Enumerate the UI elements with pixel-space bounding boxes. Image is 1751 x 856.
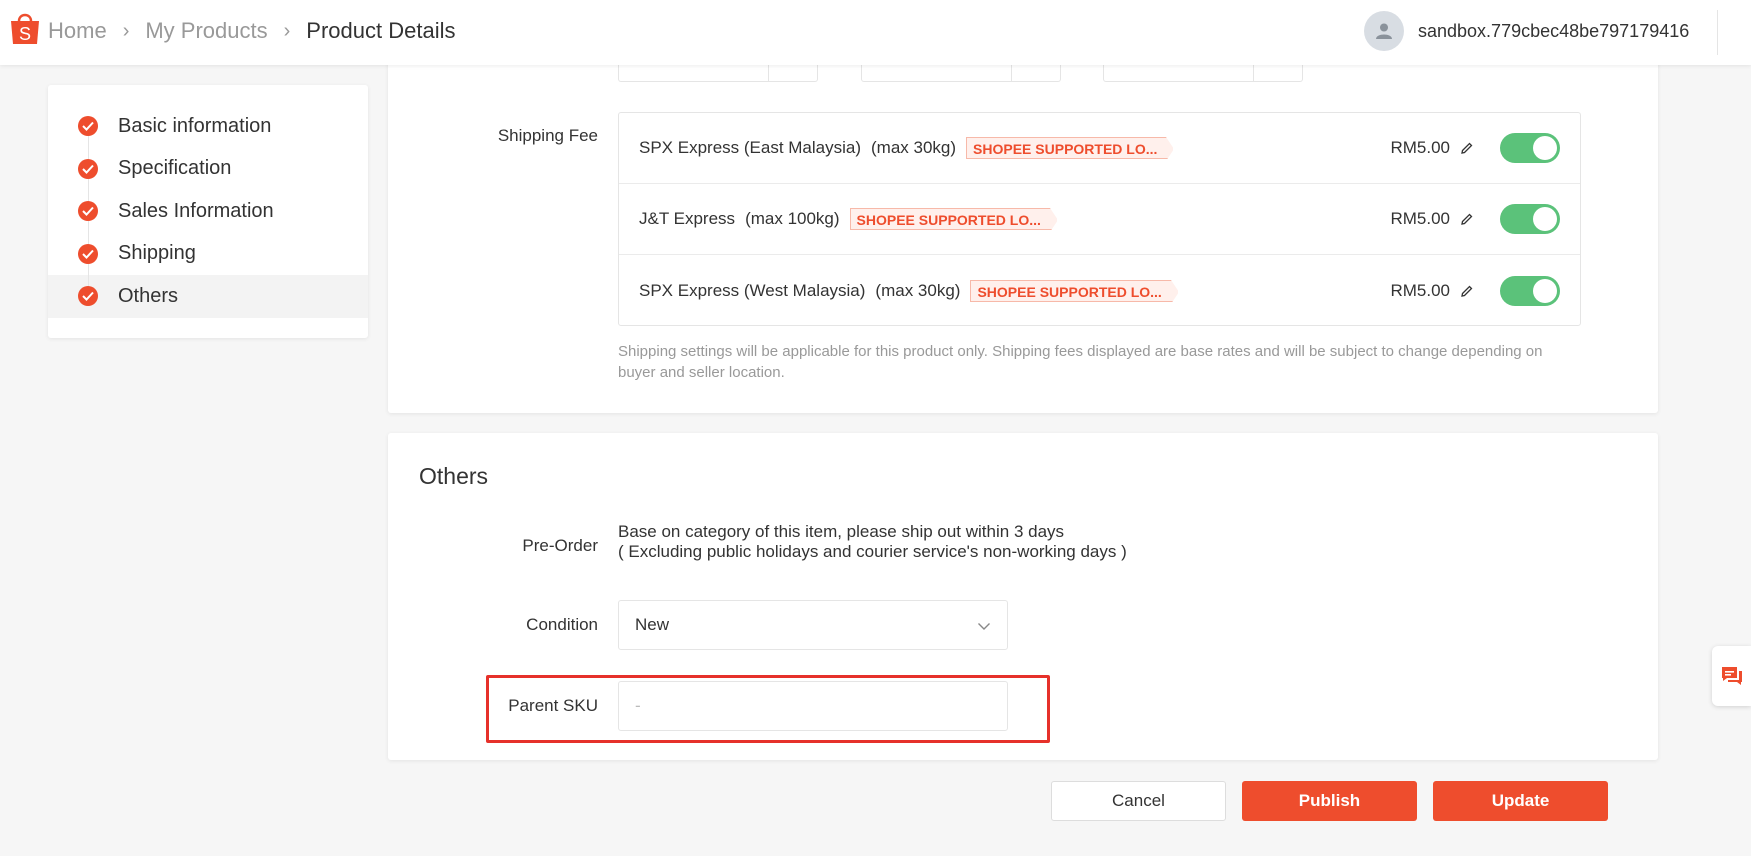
channel-max-weight: (max 30kg) [871,138,957,157]
shipping-channel-list: SPX Express (East Malaysia) (max 30kg) S… [618,112,1581,326]
supported-logistics-badge: SHOPEE SUPPORTED LO... [966,137,1175,161]
parent-sku-input[interactable] [618,681,1008,731]
svg-text:S: S [19,24,31,44]
supported-logistics-badge: SHOPEE SUPPORTED LO... [970,279,1180,304]
others-section-title: Others [419,463,489,489]
sidebar-item-label: Shipping [118,242,196,265]
user-menu[interactable]: sandbox.779cbec48be797179416 [1364,11,1689,51]
pencil-icon[interactable] [1460,212,1474,226]
pre-order-line: ( Excluding public holidays and courier … [618,542,1127,561]
channel-toggle[interactable] [1500,275,1560,306]
top-header: S Home › My Products › Product Details s… [0,0,1751,65]
breadcrumb-product-details: Product Details [306,18,456,43]
breadcrumb: Home › My Products › Product Details [48,18,455,44]
shipping-channel-row: SPX Express (West Malaysia) (max 30kg) S… [619,255,1580,326]
chat-icon [1721,667,1742,685]
avatar[interactable] [1364,11,1404,51]
sidebar-item-label: Others [118,284,179,307]
shipping-note: Shipping settings will be applicable for… [618,343,1543,381]
channel-name: J&T Express [639,209,736,228]
parent-sku-label: Parent SKU [508,696,598,715]
condition-select[interactable]: New [618,600,1008,650]
sidebar-item-label: Basic information [118,114,272,137]
pre-order-label: Pre-Order [522,536,598,555]
chat-widget[interactable] [1712,646,1751,706]
channel-toggle[interactable] [1500,133,1560,163]
sidebar-item-sales-information[interactable]: Sales Information [48,190,368,233]
channel-max-weight: (max 100kg) [745,209,840,228]
shipping-fee-label: Shipping Fee [497,126,598,145]
chevron-down-icon [978,623,990,630]
sidebar-item-others[interactable]: Others [48,275,368,318]
sidebar-item-label: Specification [118,157,232,180]
pencil-icon[interactable] [1460,284,1474,298]
user-icon [1376,23,1392,39]
channel-price: RM5.00 [1390,138,1450,157]
supported-logistics-badge: SHOPEE SUPPORTED LO... [849,208,1059,232]
shopee-logo-icon[interactable]: S [8,10,42,46]
publish-button[interactable]: Publish [1242,781,1417,821]
header-divider [1717,10,1718,55]
update-button[interactable]: Update [1433,781,1608,821]
shipping-channel-row: J&T Express (max 100kg) SHOPEE SUPPORTED… [619,184,1580,255]
channel-price: RM5.00 [1390,209,1450,228]
check-circle-icon [78,116,98,137]
pencil-icon[interactable] [1460,141,1474,155]
breadcrumb-separator-icon: › [122,19,130,42]
check-circle-icon [78,243,98,264]
channel-name: SPX Express (East Malaysia) [639,138,862,157]
pre-order-text: Base on category of this item, please sh… [618,522,1127,562]
condition-label: Condition [526,615,598,634]
breadcrumb-home[interactable]: Home [48,18,107,44]
channel-name: SPX Express (West Malaysia) [639,280,866,300]
shipping-channel-row: SPX Express (East Malaysia) (max 30kg) S… [619,113,1580,184]
cancel-button[interactable]: Cancel [1051,781,1226,821]
sidebar-item-basic-information[interactable]: Basic information [48,105,368,148]
breadcrumb-separator-icon: › [283,19,291,42]
sidebar-item-label: Sales Information [118,199,274,222]
check-circle-icon [78,158,98,179]
condition-value: New [635,615,670,634]
sidebar-item-specification[interactable]: Specification [48,148,368,191]
check-circle-icon [78,201,98,222]
section-nav: Basic information Specification Sales In… [48,85,368,338]
channel-toggle[interactable] [1500,204,1560,234]
username[interactable]: sandbox.779cbec48be797179416 [1418,21,1689,42]
breadcrumb-my-products[interactable]: My Products [145,18,267,44]
pre-order-line: Base on category of this item, please sh… [618,522,1065,541]
sidebar-item-shipping[interactable]: Shipping [48,233,368,276]
channel-price: RM5.00 [1390,280,1450,300]
check-circle-icon [78,286,98,307]
channel-max-weight: (max 30kg) [875,280,961,300]
